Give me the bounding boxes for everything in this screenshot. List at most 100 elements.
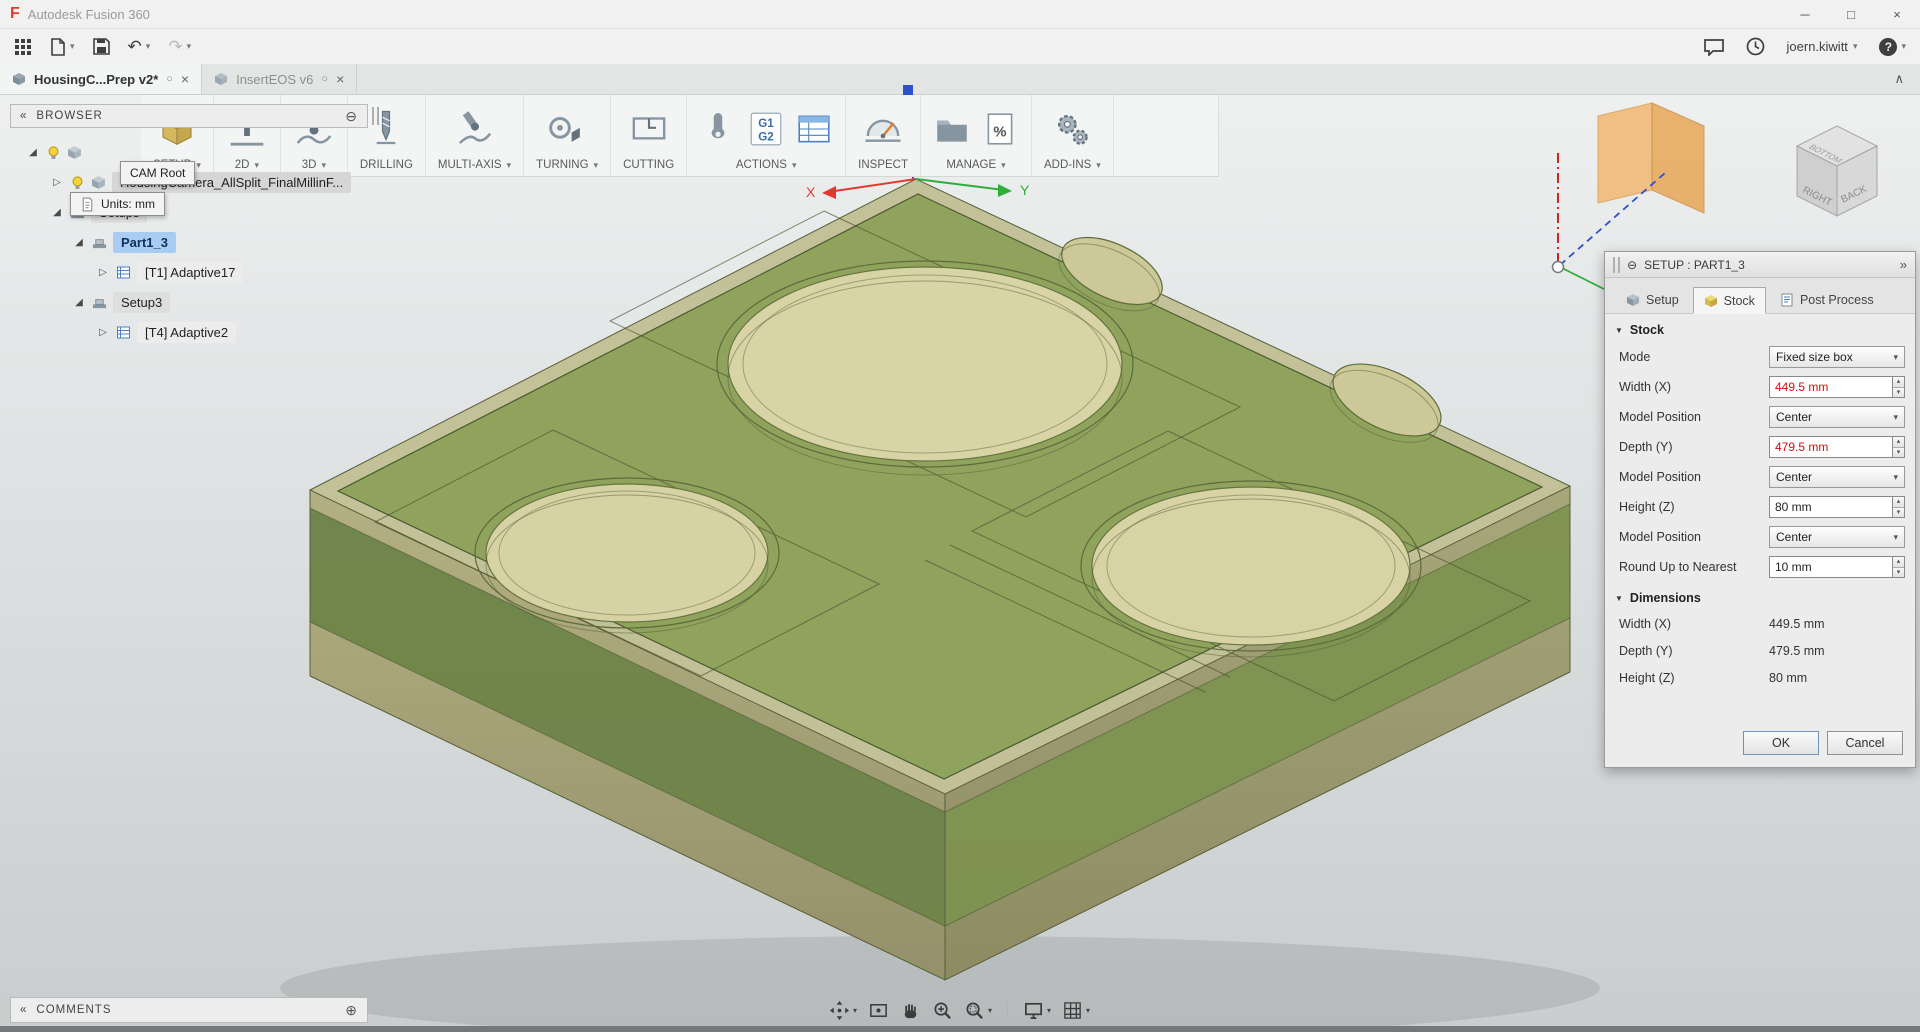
document-tab-active[interactable]: HousingC...Prep v2* ○ ×: [0, 64, 203, 94]
spin-down-icon[interactable]: ▾: [1893, 447, 1904, 457]
depth-input[interactable]: [1769, 436, 1892, 458]
tree-row-setups-folder[interactable]: ◢ Setups: [10, 197, 368, 227]
tree-item-label[interactable]: Setup3: [113, 291, 171, 313]
tab-post-process[interactable]: Post Process: [1769, 286, 1885, 313]
tab-stock[interactable]: Stock: [1692, 287, 1766, 314]
collapse-tabbar-icon[interactable]: ∧: [1878, 64, 1920, 94]
tree-item-label[interactable]: [T1] Adaptive17: [137, 261, 244, 283]
comments-button[interactable]: [1703, 38, 1724, 56]
grid-settings-button[interactable]: ▾: [1060, 997, 1092, 1024]
expand-icon[interactable]: ▷: [96, 267, 110, 278]
ribbon-group-turning[interactable]: TURNING ▾: [524, 95, 612, 176]
file-menu-button[interactable]: ▾: [50, 37, 75, 56]
feeds-speeds-icon[interactable]: %: [981, 110, 1019, 148]
post-process-icon[interactable]: G1G2: [747, 110, 785, 148]
minimize-panel-icon[interactable]: ⊖: [345, 108, 358, 125]
minimize-button[interactable]: ─: [1782, 0, 1828, 28]
model-position-select[interactable]: Center ▾: [1769, 406, 1905, 428]
inspect-gauge-icon[interactable]: [862, 108, 904, 150]
close-tab-icon[interactable]: ×: [181, 71, 189, 87]
width-spinner[interactable]: ▴ ▾: [1892, 376, 1905, 398]
redo-button[interactable]: ↷ ▾: [168, 38, 191, 55]
multi-axis-icon[interactable]: [454, 108, 496, 150]
spin-up-icon[interactable]: ▴: [1893, 437, 1904, 448]
zoom-button[interactable]: [930, 997, 955, 1024]
depth-spinner[interactable]: ▴ ▾: [1892, 436, 1905, 458]
tree-row-setup-selected[interactable]: ◢ Part1_3: [10, 227, 368, 257]
help-button[interactable]: ? ▾: [1879, 37, 1906, 56]
cutting-icon[interactable]: [628, 108, 670, 150]
panel-grip[interactable]: [372, 107, 379, 125]
visibility-bulb-icon[interactable]: [70, 175, 85, 190]
expand-icon[interactable]: ▷: [50, 177, 64, 188]
spin-up-icon[interactable]: ▴: [1893, 557, 1904, 568]
tree-item-label[interactable]: [T4] Adaptive2: [137, 321, 237, 343]
dialog-grip[interactable]: [1613, 256, 1620, 273]
look-at-button[interactable]: [866, 997, 891, 1024]
spin-up-icon[interactable]: ▴: [1893, 497, 1904, 508]
expand-dialog-icon[interactable]: »: [1900, 257, 1907, 272]
dialog-header[interactable]: ⊖ SETUP : PART1_3 »: [1605, 252, 1915, 278]
collapse-panel-icon[interactable]: «: [20, 110, 27, 122]
tree-row-toolpath[interactable]: ▷ [T1] Adaptive17: [10, 257, 368, 287]
expand-icon[interactable]: ▷: [96, 327, 110, 338]
undo-button[interactable]: ↶ ▾: [128, 38, 151, 55]
spin-down-icon[interactable]: ▾: [1893, 567, 1904, 577]
mode-select[interactable]: Fixed size box ▾: [1769, 346, 1905, 368]
app-grid-button[interactable]: [14, 38, 32, 56]
round-up-input[interactable]: [1769, 556, 1892, 578]
turning-icon[interactable]: [546, 108, 588, 150]
simulate-icon[interactable]: [699, 110, 737, 148]
ok-button[interactable]: OK: [1743, 731, 1819, 755]
ribbon-group-manage[interactable]: % MANAGE ▾: [921, 95, 1033, 176]
height-spinner[interactable]: ▴ ▾: [1892, 496, 1905, 518]
expand-icon[interactable]: ◢: [50, 207, 64, 218]
comments-panel[interactable]: « COMMENTS ⊕: [10, 997, 368, 1023]
tree-row-setup3[interactable]: ◢ Setup3: [10, 287, 368, 317]
height-input[interactable]: [1769, 496, 1892, 518]
orbit-button[interactable]: ▾: [827, 997, 859, 1024]
spin-down-icon[interactable]: ▾: [1893, 387, 1904, 397]
visibility-bulb-icon[interactable]: [46, 145, 61, 160]
origin-handle[interactable]: [1551, 260, 1565, 274]
close-button[interactable]: ×: [1874, 0, 1920, 28]
dimensions-section-header[interactable]: ▼ Dimensions: [1605, 582, 1915, 610]
width-input[interactable]: [1769, 376, 1892, 398]
ribbon-group-actions[interactable]: G1 G2 ACTIONS ▾: [687, 95, 847, 176]
model-position-select[interactable]: Center ▾: [1769, 466, 1905, 488]
tab-setup[interactable]: Setup: [1615, 286, 1690, 313]
spin-up-icon[interactable]: ▴: [1893, 377, 1904, 388]
close-tab-icon[interactable]: ×: [336, 71, 344, 87]
display-settings-button[interactable]: ▾: [1021, 997, 1053, 1024]
minimize-dialog-icon[interactable]: ⊖: [1627, 258, 1637, 272]
gears-icon[interactable]: [1051, 108, 1093, 150]
spin-down-icon[interactable]: ▾: [1893, 507, 1904, 517]
view-cube[interactable]: RIGHT BACK BOTTOM: [1795, 125, 1879, 217]
pan-button[interactable]: [898, 997, 923, 1024]
setup-sheet-icon[interactable]: [795, 110, 833, 148]
stock-section-header[interactable]: ▼ Stock: [1605, 314, 1915, 342]
collapse-panel-icon[interactable]: «: [20, 1004, 27, 1016]
browser-header[interactable]: « BROWSER ⊖: [10, 104, 379, 128]
tool-library-icon[interactable]: [933, 110, 971, 148]
maximize-button[interactable]: □: [1828, 0, 1874, 28]
user-account-button[interactable]: joern.kiwitt ▾: [1787, 39, 1858, 54]
expand-icon[interactable]: ◢: [72, 297, 86, 308]
tree-row-toolpath[interactable]: ▷ [T4] Adaptive2: [10, 317, 368, 347]
ribbon-group-inspect[interactable]: INSPECT: [846, 95, 922, 176]
expand-icon[interactable]: ◢: [26, 147, 40, 158]
cancel-button[interactable]: Cancel: [1827, 731, 1903, 755]
ribbon-group-addins[interactable]: ADD-INS ▾: [1032, 95, 1114, 176]
ribbon-group-cutting[interactable]: CUTTING: [611, 95, 688, 176]
ribbon-group-multiaxis[interactable]: MULTI-AXIS ▾: [426, 95, 525, 176]
tree-item-label-selected[interactable]: Part1_3: [113, 231, 176, 253]
dimension-label: Width (X): [1619, 616, 1672, 631]
document-tab[interactable]: InsertEOS v6 ○ ×: [202, 64, 358, 94]
add-comment-icon[interactable]: ⊕: [345, 1002, 358, 1019]
job-status-button[interactable]: [1746, 37, 1765, 56]
round-up-spinner[interactable]: ▴ ▾: [1892, 556, 1905, 578]
save-button[interactable]: [92, 38, 110, 55]
fit-button[interactable]: ▾: [962, 997, 994, 1024]
model-position-select[interactable]: Center ▾: [1769, 526, 1905, 548]
expand-icon[interactable]: ◢: [72, 237, 86, 248]
